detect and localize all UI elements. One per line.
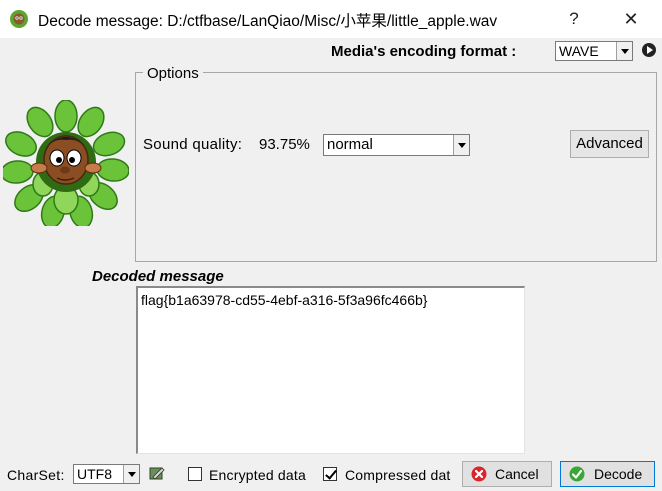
close-button[interactable]: ✕ [608,0,654,38]
decoded-message-textarea[interactable]: flag{b1a63978-cd55-4ebf-a316-5f3a96fc466… [136,286,525,454]
chevron-down-icon [453,135,469,155]
decoded-message-text: flag{b1a63978-cd55-4ebf-a316-5f3a96fc466… [141,292,428,308]
cancel-button-label: Cancel [495,466,539,482]
compressed-data-label: Compressed dat [345,467,451,483]
cancel-button[interactable]: Cancel [462,461,552,487]
encrypted-data-checkbox[interactable] [188,467,202,481]
advanced-button[interactable]: Advanced [570,130,649,158]
title-bar: Decode message: D:/ctfbase/LanQiao/Misc/… [0,0,662,38]
charset-label: CharSet: [7,467,65,483]
sound-quality-select-value: normal [327,136,373,153]
mascot-icon [10,10,28,28]
sound-quality-label: Sound quality: [143,136,243,153]
media-format-label: Media's encoding format : [331,43,517,60]
sound-quality-value: 93.75% [259,136,310,153]
sound-quality-select[interactable]: normal [323,134,470,156]
compressed-data-checkbox[interactable] [323,467,337,481]
charset-select[interactable]: UTF8 [73,464,140,484]
chevron-down-icon [616,42,632,60]
encrypted-data-label: Encrypted data [209,467,306,483]
edit-icon[interactable] [149,465,165,481]
media-format-value: WAVE [559,43,599,59]
help-button[interactable]: ? [551,0,597,38]
decode-button[interactable]: Decode [560,461,655,487]
check-icon [569,466,585,482]
decode-button-label: Decode [594,466,643,482]
media-format-select[interactable]: WAVE [555,41,633,61]
cancel-icon [471,466,487,482]
decoded-message-label: Decoded message [92,268,224,285]
play-icon[interactable] [642,43,656,57]
chevron-down-icon [123,465,139,483]
charset-select-value: UTF8 [77,466,112,482]
window-title: Decode message: D:/ctfbase/LanQiao/Misc/… [38,13,498,30]
mascot-image [3,100,129,226]
options-group [135,72,657,262]
options-legend: Options [143,65,203,82]
